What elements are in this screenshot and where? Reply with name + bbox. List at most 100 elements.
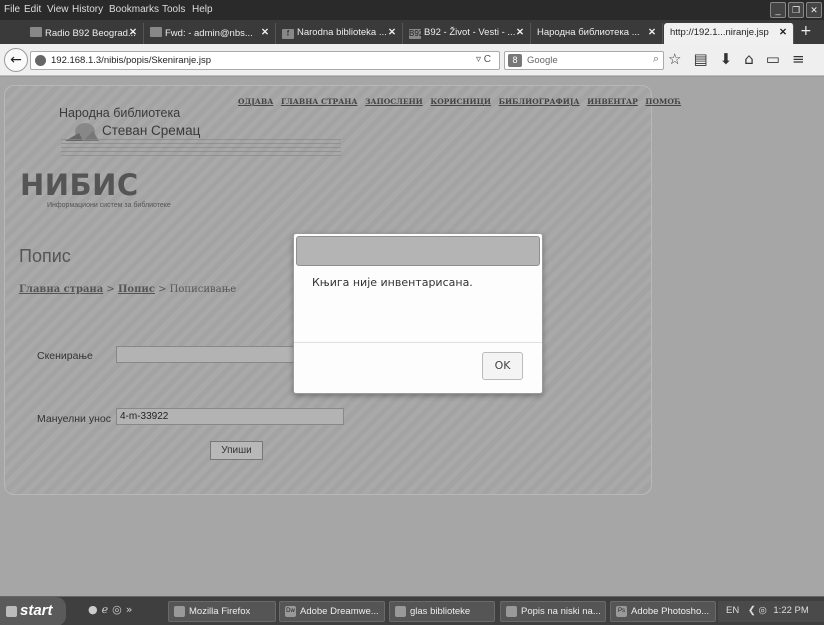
nav-employees[interactable]: ЗАПОСЛЕНИ	[365, 97, 423, 106]
tab-label: Народна библиотека ...	[537, 27, 640, 38]
taskbar-item-label: Popis na niski na...	[521, 606, 601, 617]
menubar: File Edit View History Bookmarks Tools H…	[0, 0, 824, 20]
b92-icon: B92	[409, 29, 424, 39]
firefox-icon	[174, 606, 185, 617]
manual-entry-input[interactable]: 4-m-33922	[116, 408, 344, 425]
tab-label: Fwd: - admin@nbs...	[165, 28, 253, 39]
tray-app-icon[interactable]: ◎	[758, 605, 766, 616]
close-tab-icon[interactable]: ✕	[779, 27, 787, 38]
back-arrow-icon[interactable]: ←	[4, 48, 28, 72]
breadcrumb-popis[interactable]: Попис	[118, 284, 155, 295]
start-label: start	[20, 602, 53, 619]
alert-dialog: Књига није инвентарисана. OK	[293, 233, 543, 394]
bookmark-star-icon[interactable]: ☆	[668, 50, 681, 68]
search-input[interactable]: 8 Google ⌕	[504, 51, 664, 70]
menu-file[interactable]: File	[4, 4, 20, 15]
breadcrumb: Главна страна > Попис > Пописивање	[19, 284, 236, 295]
site-top-nav: ОДЈАВА ГЛАВНА СТРАНА ЗАПОСЛЕНИ КОРИСНИЦИ…	[238, 97, 686, 106]
tab-fwd-admin[interactable]: Fwd: - admin@nbs... ✕	[144, 23, 276, 44]
library-name-line1: Народна библиотека	[59, 106, 181, 120]
tab-label: Narodna biblioteka ...	[297, 27, 387, 38]
dreamweaver-icon: Dw	[285, 606, 296, 617]
dialog-message: Књига није инвентарисана.	[312, 276, 473, 289]
taskbar-item-photoshop[interactable]: Ps Adobe Photosho...	[610, 601, 716, 622]
nav-bibliography[interactable]: БИБЛИОГРАФИЈА	[499, 97, 580, 106]
globe-icon	[35, 55, 46, 66]
quick-launch-icon[interactable]: ●	[88, 603, 102, 616]
tab-narodna-cyrillic[interactable]: Народна библиотека ... ✕	[531, 23, 663, 44]
url-bar[interactable]: 192.168.1.3/nibis/popis/Skeniranje.jsp ▿…	[30, 51, 500, 70]
tab-label: Radio B92 Beograd...	[45, 28, 136, 39]
close-tab-icon[interactable]: ✕	[129, 27, 137, 38]
reload-icon[interactable]: ▿ C	[476, 54, 491, 65]
clock: 1:22 PM	[773, 605, 809, 616]
tab-b92-zivot[interactable]: B92B92 - Život - Vesti - ... ✕	[403, 23, 531, 44]
downloads-icon[interactable]: ⬇	[720, 50, 733, 68]
tab-skeniranje-active[interactable]: http://192.1...niranje.jsp ✕	[664, 23, 794, 44]
library-name-line2: Стеван Сремац	[102, 123, 201, 138]
nav-home[interactable]: ГЛАВНА СТРАНА	[281, 97, 358, 106]
windows-flag-icon	[6, 606, 17, 617]
breadcrumb-current: Пописивање	[169, 284, 237, 295]
page-title: Попис	[19, 246, 71, 266]
restore-icon[interactable]: ❐	[788, 2, 804, 18]
tab-radio-b92[interactable]: Radio B92 Beograd... ✕	[24, 23, 144, 44]
taskbar-item-label: Adobe Photosho...	[631, 606, 710, 617]
menu-tools[interactable]: Tools	[162, 4, 185, 15]
nav-users[interactable]: КОРИСНИЦИ	[430, 97, 491, 106]
taskbar-item-label: glas biblioteke	[410, 606, 471, 617]
firefox-quick-icon[interactable]: ◎	[112, 603, 126, 616]
quick-launch: ●ℯ◎»	[88, 603, 136, 616]
taskbar-item-label: Mozilla Firefox	[189, 606, 251, 617]
new-tab-icon[interactable]: +	[800, 23, 812, 39]
search-icon[interactable]: ⌕	[653, 53, 659, 66]
url-text: 192.168.1.3/nibis/popis/Skeniranje.jsp	[51, 55, 212, 66]
language-indicator[interactable]: EN	[726, 605, 739, 616]
nav-inventory[interactable]: ИНВЕНТАР	[587, 97, 638, 106]
page-content: ОДЈАВА ГЛАВНА СТРАНА ЗАПОСЛЕНИ КОРИСНИЦИ…	[0, 77, 824, 596]
scan-input[interactable]	[116, 346, 296, 363]
menu-bookmarks[interactable]: Bookmarks	[109, 4, 159, 15]
search-placeholder: Google	[527, 55, 558, 66]
submit-button[interactable]: Упиши	[210, 441, 263, 460]
window-icon[interactable]: ▭	[766, 50, 780, 68]
photoshop-icon: Ps	[616, 606, 627, 617]
tab-label: http://192.1...niranje.jsp	[670, 27, 769, 38]
menu-edit[interactable]: Edit	[24, 4, 41, 15]
tray-arrow-icon[interactable]: ❮	[748, 605, 756, 616]
nav-logout[interactable]: ОДЈАВА	[238, 97, 273, 106]
menu-help[interactable]: Help	[192, 4, 213, 15]
menu-icon[interactable]: ≡	[792, 50, 805, 68]
brand-tagline: Информациони систем за библиотеке	[47, 202, 171, 209]
nav-help[interactable]: ПОМОЋ	[645, 97, 681, 106]
bookmarks-list-icon[interactable]: ▤	[693, 50, 707, 68]
taskbar-item-dreamweaver[interactable]: Dw Adobe Dreamwe...	[279, 601, 385, 622]
ok-button[interactable]: OK	[482, 352, 523, 380]
taskbar-item-firefox[interactable]: Mozilla Firefox	[168, 601, 276, 622]
expand-chevron-icon[interactable]: »	[126, 603, 137, 616]
google-icon[interactable]: 8	[508, 54, 522, 67]
home-icon[interactable]: ⌂	[744, 50, 754, 68]
menu-view[interactable]: View	[47, 4, 69, 15]
tab-strip: Radio B92 Beograd... ✕ Fwd: - admin@nbs..…	[0, 20, 824, 44]
breadcrumb-home[interactable]: Главна страна	[19, 284, 103, 295]
taskbar-item-folder[interactable]: glas biblioteke	[389, 601, 495, 622]
taskbar-item-label: Adobe Dreamwe...	[300, 606, 379, 617]
close-tab-icon[interactable]: ✕	[516, 27, 524, 38]
tab-narodna-biblioteka[interactable]: f Narodna biblioteka ... ✕	[276, 23, 403, 44]
folder-icon	[395, 606, 406, 617]
dialog-divider	[294, 342, 542, 343]
start-button[interactable]: start	[0, 597, 66, 625]
taskbar-item-document[interactable]: Popis na niski na...	[500, 601, 606, 622]
ie-icon[interactable]: ℯ	[102, 603, 113, 616]
scan-label: Скенирање	[37, 350, 93, 362]
close-tab-icon[interactable]: ✕	[261, 27, 269, 38]
menu-history[interactable]: History	[72, 4, 103, 15]
close-tab-icon[interactable]: ✕	[648, 27, 656, 38]
radio-icon	[30, 27, 42, 37]
minimize-icon[interactable]: _	[770, 2, 786, 18]
tab-label: B92 - Život - Vesti - ...	[424, 27, 516, 38]
toolbar-icons: ☆ ▤ ⬇ ⌂ ▭ ≡	[668, 50, 805, 68]
close-window-icon[interactable]: ✕	[806, 2, 822, 18]
close-tab-icon[interactable]: ✕	[388, 27, 396, 38]
